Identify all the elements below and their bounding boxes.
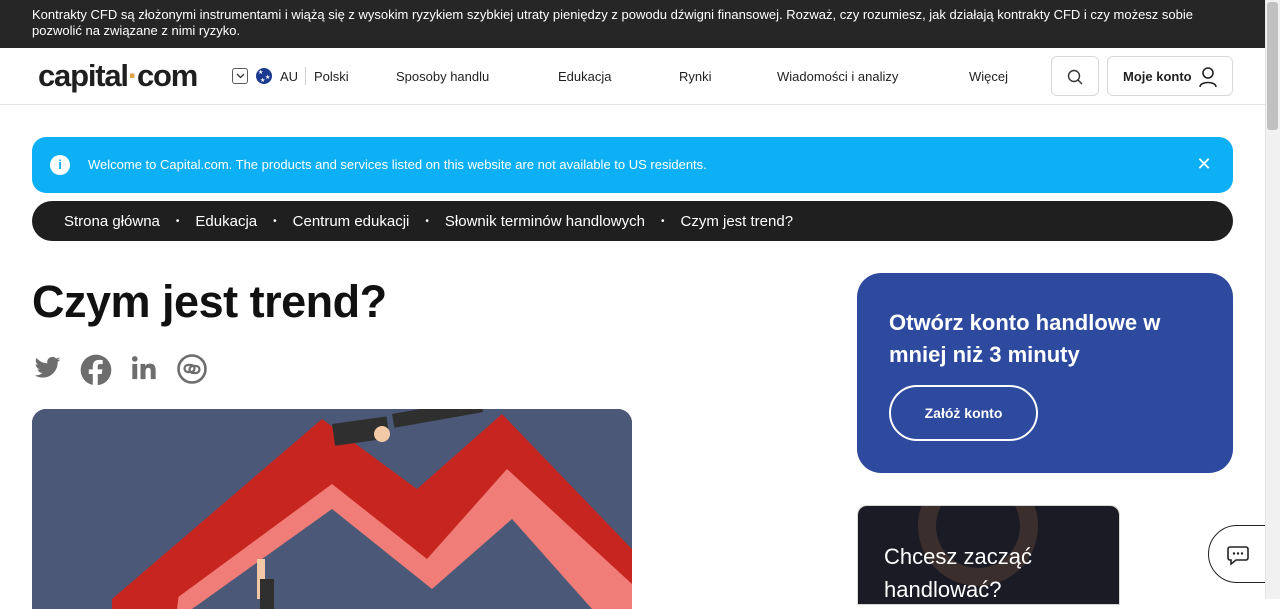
my-account-label: Moje konto [1123,69,1192,84]
risk-warning-bar: Kontrakty CFD są złożonymi instrumentami… [0,0,1265,48]
open-account-title: Otwórz konto handlowe w mniej niż 3 minu… [889,310,1161,367]
capital-com-logo[interactable]: capital·com [38,58,198,94]
facebook-icon[interactable] [80,354,112,386]
page-title: Czym jest trend? [32,276,387,327]
breadcrumb-slownik[interactable]: Słownik terminów handlowych [445,213,645,230]
info-icon: i [50,155,70,175]
nav-wiadomosci-i-analizy[interactable]: Wiadomości i analizy [777,69,898,84]
trend-illustration-image [32,409,632,609]
language-dropdown-chevron-icon[interactable] [232,68,248,84]
close-icon[interactable]: ✕ [1193,153,1215,175]
site-header: capital·com ★ ★ ★ AU Polski Sposoby hand… [0,48,1265,105]
create-account-button[interactable]: Załóż konto [889,385,1038,441]
promo-text: Chcesz zacząć handlować? [884,544,1032,602]
nav-rynki[interactable]: Rynki [679,69,712,84]
breadcrumb-separator: • [425,215,429,227]
notice-text: Welcome to Capital.com. The products and… [88,157,707,172]
us-residents-notice: i Welcome to Capital.com. The products a… [32,137,1233,193]
region-code[interactable]: AU [280,69,298,84]
linkedin-icon[interactable] [130,354,160,384]
nav-wiecej[interactable]: Więcej [969,69,1008,84]
copy-link-icon[interactable] [177,354,207,384]
nav-edukacja[interactable]: Edukacja [558,69,611,84]
breadcrumb-home[interactable]: Strona główna [64,213,160,230]
language-selector[interactable]: Polski [314,69,349,84]
my-account-button[interactable]: Moje konto [1107,56,1233,96]
breadcrumb: Strona główna • Edukacja • Centrum eduka… [32,201,1233,241]
search-icon [1067,69,1083,85]
breadcrumb-centrum-edukacji[interactable]: Centrum edukacji [293,213,410,230]
logo-text-left: capital [38,58,129,93]
breadcrumb-current: Czym jest trend? [680,212,794,230]
breadcrumb-separator: • [175,215,180,227]
breadcrumb-separator: • [660,215,665,227]
logo-text-right: com [136,58,198,93]
user-icon [1199,67,1217,88]
start-trading-promo[interactable]: Chcesz zacząć handlować? [857,505,1120,605]
open-account-card: Otwórz konto handlowe w mniej niż 3 minu… [857,273,1233,473]
scrollbar-thumb[interactable] [1267,2,1278,130]
nav-sposoby-handlu[interactable]: Sposoby handlu [396,69,489,84]
breadcrumb-separator: • [273,215,277,227]
language-separator [305,67,306,85]
twitter-icon[interactable] [32,354,62,384]
risk-warning-text: Kontrakty CFD są złożonymi instrumentami… [32,7,1193,38]
chat-icon [1227,546,1249,566]
australia-flag-icon: ★ ★ ★ [256,68,272,84]
logo-dot: · [127,58,138,93]
chat-button[interactable] [1208,525,1268,583]
search-button[interactable] [1051,56,1099,96]
breadcrumb-edukacja[interactable]: Edukacja [195,213,257,230]
page-scrollbar[interactable] [1265,0,1280,599]
